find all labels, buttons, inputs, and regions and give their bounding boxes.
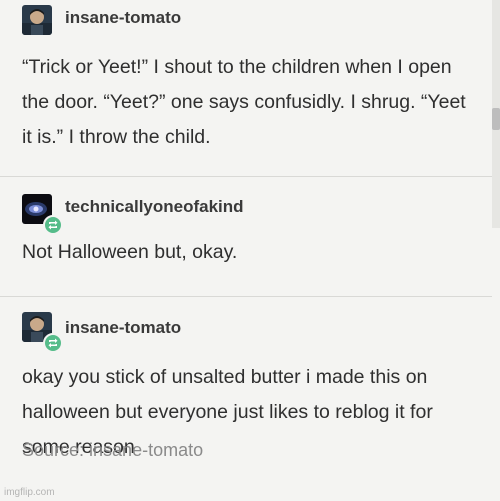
post-2: technicallyoneofakind Not Halloween but,…: [0, 177, 492, 280]
reblog-icon: [43, 215, 63, 235]
post-username[interactable]: technicallyoneofakind: [65, 196, 244, 218]
post-body: Not Halloween but, okay.: [22, 241, 238, 263]
reblog-icon: [43, 333, 63, 353]
watermark: imgflip.com: [4, 487, 55, 498]
scrollbar-thumb[interactable]: [492, 108, 500, 130]
avatar-insane-tomato[interactable]: [22, 5, 52, 35]
post-body: “Trick or Yeet!” I shout to the children…: [22, 56, 466, 148]
post-username[interactable]: insane-tomato: [65, 317, 181, 339]
post-1: insane-tomato “Trick or Yeet!” I shout t…: [0, 0, 492, 176]
user-avatar-icon: [22, 5, 52, 35]
post-3: insane-tomato okay you stick of unsalted…: [0, 297, 492, 501]
source-link[interactable]: Source: insane-tomato: [22, 440, 203, 461]
post-username[interactable]: insane-tomato: [65, 7, 181, 29]
